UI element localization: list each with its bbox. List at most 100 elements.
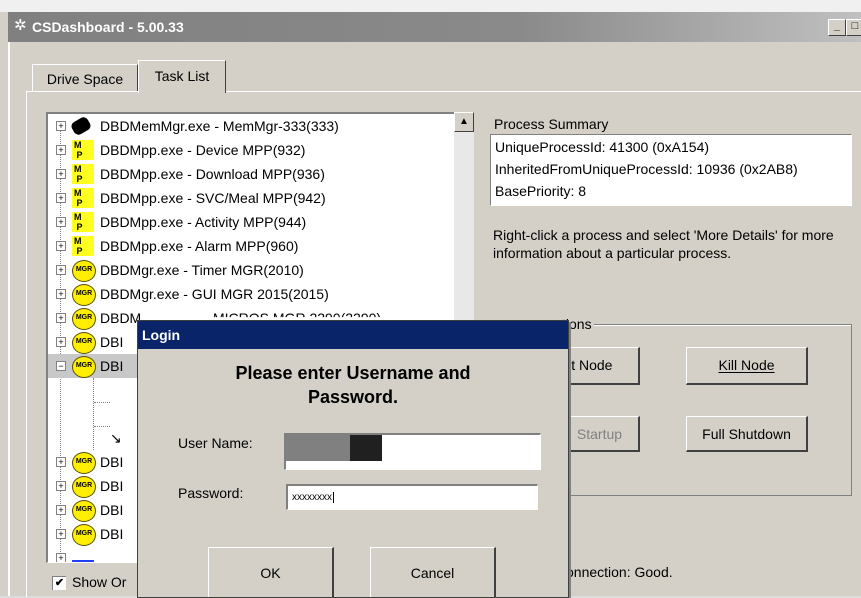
mgr-icon: MGR: [72, 332, 96, 354]
mgr-icon: MGR: [72, 452, 96, 474]
mpp-icon: M P: [72, 236, 94, 256]
kill-node-button[interactable]: Kill Node: [686, 347, 808, 385]
expand-icon[interactable]: +: [56, 313, 66, 323]
tree-item-label: DBDMpp.exe - Download MPP(936): [100, 166, 325, 182]
tree-item-label: DBDMgr.exe - GUI MGR 2015(2015): [100, 286, 329, 302]
tree-item-label: DBDMgr.exe - Timer MGR(2010): [100, 262, 304, 278]
expand-icon[interactable]: +: [56, 505, 66, 515]
mgr-icon: MGR: [72, 284, 96, 306]
summary-line: BasePriority: 8: [495, 183, 587, 199]
tree-line: [94, 402, 110, 403]
username-field[interactable]: [284, 433, 541, 470]
expand-icon[interactable]: +: [56, 337, 66, 347]
expand-icon[interactable]: +: [56, 217, 66, 227]
tree-item-label: DBDMpp.exe - Activity MPP(944): [100, 214, 307, 230]
expand-icon[interactable]: +: [56, 529, 66, 539]
expand-icon[interactable]: +: [56, 457, 66, 467]
login-dialog: Login Please enter Username and Password…: [137, 320, 569, 598]
tree-item[interactable]: + M P DBDMpp.exe - Alarm MPP(960): [48, 234, 452, 258]
scroll-up-button[interactable]: ▲: [454, 112, 474, 132]
tree-item[interactable]: + MGR DBDMgr.exe - Timer MGR(2010): [48, 258, 452, 282]
mpp-icon: M P: [72, 212, 94, 232]
maximize-icon: □: [851, 20, 859, 32]
tree-item-label: DBI: [100, 454, 124, 470]
login-heading-line1: Please enter Username and: [235, 363, 471, 383]
tree-item[interactable]: + MGR DBDMgr.exe - GUI MGR 2015(2015): [48, 282, 452, 306]
mgr-icon: MGR: [72, 308, 96, 330]
tree-item-label: DBI: [100, 478, 124, 494]
top-strip: [0, 0, 861, 12]
expand-icon[interactable]: +: [56, 241, 66, 251]
tree-item-label: DBI: [100, 502, 124, 518]
subprocess-icon: ↘: [110, 430, 122, 446]
minimize-icon: _: [833, 20, 841, 32]
window-frame: [8, 42, 10, 596]
tree-item[interactable]: + M P DBDMpp.exe - Device MPP(932): [48, 138, 452, 162]
tree-item-label: DBI: [100, 334, 124, 350]
cancel-button[interactable]: Cancel: [370, 547, 496, 597]
login-heading-line2: Password.: [307, 387, 399, 407]
checkmark-icon: ✔: [54, 577, 65, 589]
full-shutdown-button[interactable]: Full Shutdown: [686, 416, 808, 452]
tree-item-label: DBDMemMgr.exe - MemMgr-333(333): [100, 118, 339, 134]
maximize-button[interactable]: □: [846, 19, 861, 36]
process-summary-box: UniqueProcessId: 41300 (0xA154) Inherite…: [490, 134, 852, 206]
tree-item-label: DBDM: [100, 310, 142, 326]
tree-item-label: DBI: [100, 526, 124, 542]
startup-button[interactable]: Startup: [560, 416, 640, 452]
mpp-icon: M P: [72, 188, 94, 208]
tree-item-label: DBDMpp.exe - SVC/Meal MPP(942): [100, 190, 326, 206]
expand-icon[interactable]: +: [56, 145, 66, 155]
title-bar[interactable]: ✲ CSDashboard - 5.00.33 _ □: [8, 12, 861, 42]
mgr-icon: MGR: [72, 260, 96, 282]
tree-item[interactable]: + M P DBDMpp.exe - SVC/Meal MPP(942): [48, 186, 452, 210]
tree-item[interactable]: + M P DBDMpp.exe - Activity MPP(944): [48, 210, 452, 234]
summary-line: UniqueProcessId: 41300 (0xA154): [495, 139, 710, 155]
tab-task-list[interactable]: Task List: [138, 60, 226, 93]
mgr-icon: MGR: [72, 524, 96, 546]
mgr-icon: MGR: [72, 356, 96, 378]
tree-item[interactable]: + M P DBDMpp.exe - Download MPP(936): [48, 162, 452, 186]
tab-drive-space[interactable]: Drive Space: [32, 64, 138, 91]
collapse-icon[interactable]: −: [56, 361, 66, 371]
tree-item-label: DBI: [100, 358, 124, 374]
mgr-icon: MGR: [72, 476, 96, 498]
app-icon: ✲: [14, 17, 27, 34]
summary-line: InheritedFromUniqueProcessId: 10936 (0x2…: [495, 161, 798, 177]
memmgr-icon: [69, 115, 93, 137]
minimize-button[interactable]: _: [828, 19, 846, 36]
expand-icon[interactable]: +: [56, 265, 66, 275]
password-field[interactable]: xxxxxxxx: [286, 484, 538, 510]
tree-item[interactable]: + DBDMemMgr.exe - MemMgr-333(333): [48, 114, 452, 138]
expand-icon[interactable]: +: [56, 169, 66, 179]
tree-item-label: DBDMpp.exe - Device MPP(932): [100, 142, 306, 158]
expand-icon[interactable]: +: [56, 289, 66, 299]
mgr-icon: MGR: [72, 500, 96, 522]
text-cursor: [333, 492, 334, 503]
connection-status: onnection: Good.: [566, 564, 673, 580]
login-dialog-title: Login: [142, 327, 181, 343]
expand-icon[interactable]: +: [56, 553, 66, 562]
redaction-block: [286, 435, 350, 461]
expand-icon[interactable]: +: [56, 121, 66, 131]
window-title: CSDashboard - 5.00.33: [32, 19, 184, 35]
redaction-block: [350, 435, 382, 461]
process-summary-label: Process Summary: [494, 116, 609, 132]
tree-line: [94, 426, 110, 427]
kill-node-label: Kill Node: [718, 357, 775, 373]
show-option-checkbox[interactable]: ✔: [52, 576, 66, 590]
login-heading: Please enter Username and Password.: [138, 361, 568, 409]
mpp-icon: M P: [72, 140, 94, 160]
expand-icon[interactable]: +: [56, 193, 66, 203]
expand-icon[interactable]: +: [56, 481, 66, 491]
password-label: Password:: [178, 485, 244, 501]
hint-text: Right-click a process and select 'More D…: [493, 227, 834, 261]
password-value: xxxxxxxx: [292, 492, 332, 503]
tree-line: [93, 378, 94, 450]
mpp-icon: M P: [72, 164, 94, 184]
login-dialog-titlebar[interactable]: Login: [138, 321, 568, 349]
arrow-up-icon: ▲: [459, 116, 469, 127]
ok-button[interactable]: OK: [208, 547, 334, 597]
process-icon: [72, 560, 94, 562]
show-option-label: Show Or: [72, 574, 127, 590]
